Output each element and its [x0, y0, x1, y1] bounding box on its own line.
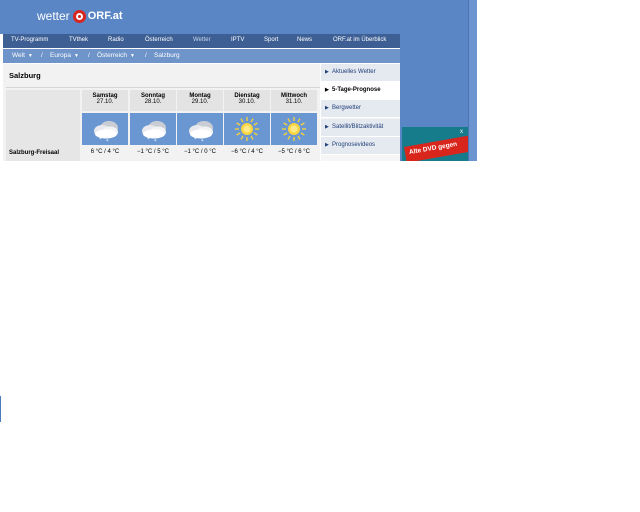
vertical-scrollbar[interactable]	[468, 0, 477, 161]
day-temperature: −1 °C / 5 °C	[137, 149, 169, 155]
forecast-day: Samstag 27.10. * * 6 °C / 4 °C	[82, 90, 128, 161]
logo-orf-text: ORF.at	[87, 10, 123, 22]
nav-iptv[interactable]: IPTV	[231, 37, 244, 43]
day-date: 28.10.	[144, 99, 162, 105]
wetter-orf-logo[interactable]: wetter ORF.at	[37, 8, 123, 24]
breadcrumb-europa[interactable]: Europa ▼	[50, 52, 79, 59]
day-temperature: −1 °C / 0 °C	[184, 149, 216, 155]
main-navigation: TV-Programm TVthek Radio Österreich Wett…	[3, 34, 400, 48]
cloud-snow-icon: * *	[130, 113, 176, 145]
breadcrumb-salzburg[interactable]: Salzburg	[154, 52, 180, 59]
day-header: Montag 29.10.	[177, 90, 223, 111]
forecast-day: Mittwoch 31.10. −5 °C / 6 °C	[271, 90, 317, 161]
breadcrumb-welt-label: Welt	[12, 52, 25, 59]
breadcrumb-oesterreich[interactable]: Österreich ▼	[97, 52, 135, 59]
sidebar-item-label: 5-Tage-Prognose	[332, 87, 381, 93]
nav-radio[interactable]: Radio	[108, 37, 124, 43]
forecast-day: Montag 29.10. * * −1 °C / 0 °C	[177, 90, 223, 161]
nav-tv-programm[interactable]: TV-Programm	[11, 37, 48, 43]
arrow-right-icon: ▶	[325, 87, 329, 93]
breadcrumb-separator: /	[145, 52, 147, 59]
day-temperature: 6 °C / 4 °C	[90, 149, 120, 155]
orf-ring-icon	[72, 9, 86, 23]
forecast-day: Sonntag 28.10. * * −1 °C / 5 °C	[130, 90, 176, 161]
sidebar: ▶ Aktuelles Wetter ▶ 5-Tage-Prognose ▶ B…	[321, 64, 400, 161]
day-temperature: −6 °C / 4 °C	[231, 149, 263, 155]
nav-tvthek[interactable]: TVthek	[69, 37, 88, 43]
day-date: 31.10.	[285, 99, 303, 105]
sun-icon	[271, 113, 317, 145]
svg-text:*: *	[154, 139, 157, 145]
chevron-down-icon[interactable]: ▼	[28, 53, 33, 59]
day-date: 30.10.	[238, 99, 256, 105]
sidebar-item-bergwetter[interactable]: ▶ Bergwetter	[321, 100, 400, 118]
breadcrumb-welt[interactable]: Welt ▼	[12, 52, 33, 59]
cloud-snow-icon: * *	[82, 113, 128, 145]
breadcrumb: Welt ▼ / Europa ▼ / Österreich ▼ / Salzburg	[3, 49, 400, 63]
arrow-right-icon: ▶	[325, 124, 329, 130]
browser-viewport: wetter ORF.at TV-Programm TVthek Radio Ö…	[0, 0, 477, 161]
svg-text:*: *	[201, 139, 204, 145]
nav-orf-ueberblick[interactable]: ORF.at im Überblick	[333, 37, 386, 43]
breadcrumb-oesterreich-label: Österreich	[97, 52, 127, 59]
sidebar-item-label: Aktuelles Wetter	[332, 69, 376, 75]
chevron-down-icon[interactable]: ▼	[130, 53, 135, 59]
ad-text: Alte DVD gegen	[408, 140, 458, 157]
close-icon[interactable]: x	[460, 129, 466, 135]
forecast-panel: Salzburg Salzburg-Freisaal Samstag 27.10…	[3, 64, 320, 161]
nav-oesterreich[interactable]: Österreich	[145, 37, 173, 43]
sidebar-item-label: Satellit/Blitzaktivität	[332, 124, 384, 130]
sidebar-item-aktuelles-wetter[interactable]: ▶ Aktuelles Wetter	[321, 64, 400, 82]
edge-marker	[0, 396, 1, 422]
arrow-right-icon: ▶	[325, 142, 329, 148]
forecast-day: Dienstag 30.10. −6 °C / 4 °C	[224, 90, 270, 161]
day-header: Samstag 27.10.	[82, 90, 128, 111]
day-header: Sonntag 28.10.	[130, 90, 176, 111]
logo-wetter-text: wetter	[37, 9, 70, 23]
day-temperature: −5 °C / 6 °C	[278, 149, 310, 155]
nav-wetter[interactable]: Wetter	[193, 37, 211, 43]
breadcrumb-separator: /	[41, 52, 43, 59]
arrow-right-icon: ▶	[325, 69, 329, 75]
nav-sport[interactable]: Sport	[264, 37, 278, 43]
cloud-snow-icon: * *	[177, 113, 223, 145]
breadcrumb-europa-label: Europa	[50, 52, 71, 59]
sidebar-item-prognosevideos[interactable]: ▶ Prognosevideos	[321, 137, 400, 155]
sidebar-item-5-tage-prognose[interactable]: ▶ 5-Tage-Prognose	[321, 82, 400, 100]
day-header: Mittwoch 31.10.	[271, 90, 317, 111]
sun-icon	[224, 113, 270, 145]
breadcrumb-separator: /	[88, 52, 90, 59]
sidebar-item-label: Prognosevideos	[332, 142, 376, 148]
advertisement-banner[interactable]: x Alte DVD gegen	[402, 127, 468, 161]
ad-ribbon: Alte DVD gegen	[404, 135, 468, 161]
day-header: Dienstag 30.10.	[224, 90, 270, 111]
day-date: 29.10.	[191, 99, 209, 105]
station-name[interactable]: Salzburg-Freisaal	[9, 150, 59, 156]
nav-news[interactable]: News	[297, 37, 312, 43]
divider	[6, 87, 320, 88]
chevron-down-icon[interactable]: ▼	[74, 53, 79, 59]
arrow-right-icon: ▶	[325, 105, 329, 111]
sidebar-item-satellit[interactable]: ▶ Satellit/Blitzaktivität	[321, 119, 400, 137]
svg-text:*: *	[106, 139, 109, 145]
page-title: Salzburg	[9, 71, 41, 80]
sidebar-item-label: Bergwetter	[332, 105, 362, 111]
day-date: 27.10.	[96, 99, 114, 105]
